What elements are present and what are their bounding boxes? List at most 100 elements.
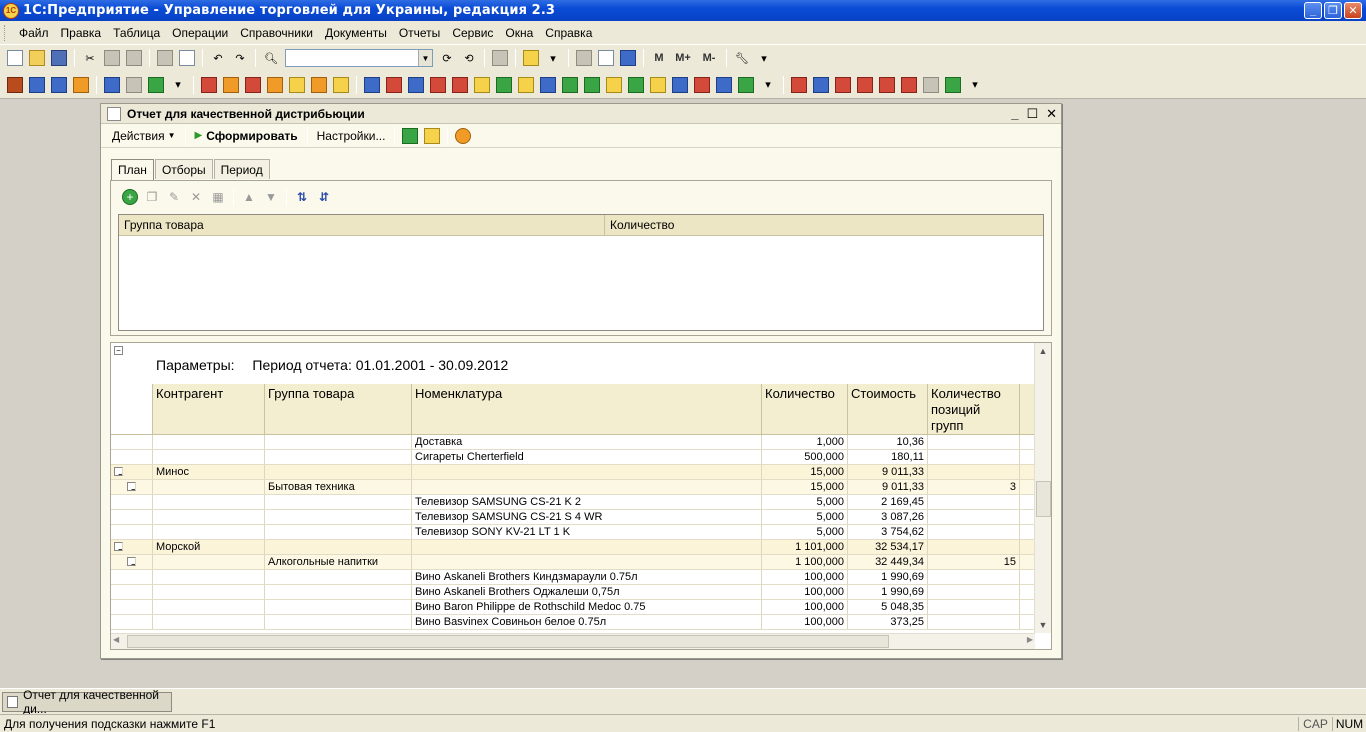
receipt-icon[interactable] xyxy=(223,76,239,93)
report-debts-icon[interactable] xyxy=(835,76,851,93)
report-sales-icon[interactable] xyxy=(791,76,807,93)
find-next-icon[interactable]: ⟳ xyxy=(439,50,455,66)
sort-desc-icon[interactable]: ⇵ xyxy=(316,189,332,205)
scroll-thumb[interactable] xyxy=(1036,481,1051,517)
tab-period[interactable]: Период xyxy=(213,159,270,179)
report-universal-icon[interactable] xyxy=(923,76,939,93)
menu-documents[interactable]: Документы xyxy=(319,26,393,40)
contractors-icon[interactable] xyxy=(104,76,120,93)
edit-row-icon[interactable]: ✎ xyxy=(166,189,182,205)
memory-plus-button[interactable]: M+ xyxy=(673,50,693,66)
menu-service[interactable]: Сервис xyxy=(446,26,499,40)
paste-icon[interactable] xyxy=(126,50,142,66)
doc-move-icon[interactable] xyxy=(408,76,424,93)
info-icon[interactable] xyxy=(523,50,539,66)
bank-icon[interactable] xyxy=(289,76,305,93)
tools-icon[interactable]: 🔧︎ xyxy=(734,50,750,66)
sort-asc-icon[interactable]: ⇅ xyxy=(294,189,310,205)
doc-approve-icon[interactable] xyxy=(628,76,644,93)
doc-inventory-icon[interactable] xyxy=(452,76,468,93)
doc-assembly-icon[interactable] xyxy=(474,76,490,93)
dropdown-arrow-icon[interactable]: ▾ xyxy=(756,50,772,66)
generate-button[interactable]: ▶ Сформировать xyxy=(190,129,303,143)
copy-row-icon[interactable]: ❐ xyxy=(144,189,160,205)
move-down-icon[interactable]: ▼ xyxy=(263,189,279,205)
menu-edit[interactable]: Правка xyxy=(55,26,108,40)
new-document-icon[interactable] xyxy=(7,50,23,66)
tab-filters[interactable]: Отборы xyxy=(154,159,213,179)
vertical-scrollbar[interactable]: ▲ ▼ xyxy=(1034,343,1051,633)
sale-icon[interactable] xyxy=(245,76,261,93)
journal-icon[interactable] xyxy=(29,76,45,93)
close-button[interactable]: ✕ xyxy=(1344,2,1362,19)
report-analysis-icon[interactable] xyxy=(857,76,873,93)
report-stock-icon[interactable] xyxy=(901,76,917,93)
menu-operations[interactable]: Операции xyxy=(166,26,234,40)
memory-m-button[interactable]: M xyxy=(651,50,667,66)
report-check-icon[interactable] xyxy=(945,76,961,93)
doc-tax-icon[interactable] xyxy=(606,76,622,93)
calculator-icon[interactable] xyxy=(576,50,592,66)
print-preview-icon[interactable] xyxy=(179,50,195,66)
menu-file[interactable]: Файл xyxy=(13,26,55,40)
doc-outgoing-icon[interactable] xyxy=(386,76,402,93)
save-settings-icon[interactable] xyxy=(424,127,441,144)
doc-list-icon[interactable] xyxy=(650,76,666,93)
find-prev-icon[interactable]: ⟲ xyxy=(461,50,477,66)
dropdown-arrow-icon[interactable]: ▾ xyxy=(760,77,776,93)
help-icon[interactable] xyxy=(455,127,472,144)
doc-excel-icon[interactable] xyxy=(738,76,754,93)
warehouse-icon[interactable] xyxy=(126,76,142,93)
undo-icon[interactable]: ↶ xyxy=(210,50,226,66)
doc-bill-icon[interactable] xyxy=(518,76,534,93)
redo-icon[interactable]: ↷ xyxy=(232,50,248,66)
minimize-button[interactable]: _ xyxy=(1304,2,1322,19)
catalog-book-icon[interactable] xyxy=(7,76,23,93)
money-icon[interactable] xyxy=(333,76,349,93)
collapse-icon[interactable]: − xyxy=(114,542,123,551)
doc-invoice-icon[interactable] xyxy=(496,76,512,93)
scroll-up-icon[interactable]: ▲ xyxy=(1035,343,1051,359)
register-icon[interactable] xyxy=(51,76,67,93)
scroll-down-icon[interactable]: ▼ xyxy=(1035,617,1051,633)
users-icon[interactable] xyxy=(620,50,636,66)
load-settings-icon[interactable] xyxy=(402,127,419,144)
menu-catalogs[interactable]: Справочники xyxy=(234,26,319,40)
doc-writeoff-icon[interactable] xyxy=(430,76,446,93)
save-row-icon[interactable]: ▦ xyxy=(210,189,226,205)
windows-icon[interactable] xyxy=(492,50,508,66)
open-folder-icon[interactable] xyxy=(29,50,45,66)
doc-incoming-icon[interactable] xyxy=(364,76,380,93)
collapse-all-icon[interactable]: − xyxy=(114,346,123,355)
prices-icon[interactable] xyxy=(148,76,164,93)
horizontal-scrollbar[interactable]: ◀ ▶ xyxy=(111,633,1035,649)
save-icon[interactable] xyxy=(51,50,67,66)
cut-icon[interactable]: ✂ xyxy=(82,50,98,66)
return-icon[interactable] xyxy=(267,76,283,93)
collapse-icon[interactable]: − xyxy=(127,482,136,491)
window-maximize-button[interactable]: ☐ xyxy=(1026,106,1038,122)
dropdown-arrow-icon[interactable]: ▾ xyxy=(170,77,186,93)
settings-button[interactable]: Настройки... xyxy=(312,129,391,143)
memory-minus-button[interactable]: M- xyxy=(699,50,719,66)
report-sum-icon[interactable] xyxy=(879,76,895,93)
report-clients-icon[interactable] xyxy=(813,76,829,93)
doc-export-icon[interactable] xyxy=(716,76,732,93)
dropdown-arrow-icon[interactable]: ▾ xyxy=(545,50,561,66)
doc-delete-icon[interactable] xyxy=(694,76,710,93)
doc-cash-icon[interactable] xyxy=(562,76,578,93)
add-row-icon[interactable]: + xyxy=(122,189,138,205)
column-quantity[interactable]: Количество xyxy=(605,215,1043,235)
doc-search-icon[interactable] xyxy=(672,76,688,93)
window-close-button[interactable]: ✕ xyxy=(1046,106,1057,122)
print-icon[interactable] xyxy=(157,50,173,66)
search-icon[interactable]: 🔍︎ xyxy=(263,50,279,66)
doc-check-icon[interactable] xyxy=(540,76,556,93)
scroll-right-icon[interactable]: ▶ xyxy=(1027,635,1033,644)
payment-icon[interactable] xyxy=(311,76,327,93)
menu-windows[interactable]: Окна xyxy=(499,26,539,40)
calendar-icon[interactable] xyxy=(598,50,614,66)
move-up-icon[interactable]: ▲ xyxy=(241,189,257,205)
window-minimize-button[interactable]: _ xyxy=(1011,106,1018,122)
order-icon[interactable] xyxy=(201,76,217,93)
